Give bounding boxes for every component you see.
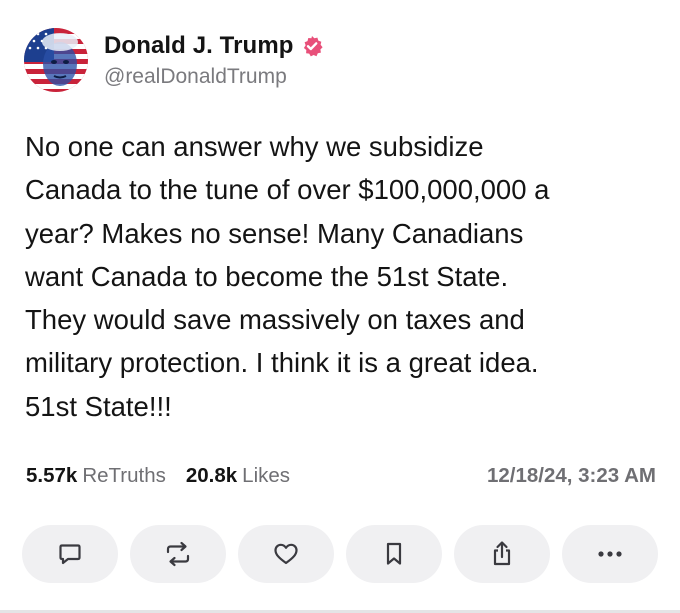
post-timestamp: 12/18/24, 3:23 AM <box>486 464 656 487</box>
heart-icon <box>274 543 298 565</box>
author-handle[interactable]: @realDonaldTrump <box>104 65 323 89</box>
truth-post: Donald J. Trump @realDonaldTrump No one … <box>0 0 680 613</box>
more-icon <box>598 551 622 557</box>
bookmark-button[interactable] <box>346 525 442 583</box>
retruth-icon <box>166 541 190 567</box>
bookmark-icon <box>386 542 402 565</box>
avatar-image <box>24 28 88 92</box>
retruths-stat[interactable]: 5.57k ReTruths <box>26 464 166 488</box>
author-display-name[interactable]: Donald J. Trump <box>104 32 294 60</box>
author-names: Donald J. Trump @realDonaldTrump <box>104 31 323 89</box>
likes-stat[interactable]: 20.8k Likes <box>186 464 290 488</box>
action-bar <box>22 525 658 583</box>
like-button[interactable] <box>238 525 334 583</box>
name-row: Donald J. Trump <box>104 31 323 61</box>
post-header: Donald J. Trump @realDonaldTrump <box>24 28 323 92</box>
likes-label: Likes <box>242 464 291 487</box>
reply-button[interactable] <box>22 525 118 583</box>
more-button[interactable] <box>562 525 658 583</box>
avatar[interactable] <box>24 28 88 92</box>
retruth-button[interactable] <box>130 525 226 583</box>
retruths-label: ReTruths <box>82 464 166 487</box>
post-stats: 5.57k ReTruths 20.8k Likes 12/18/24, 3:2… <box>26 462 656 490</box>
verified-badge-icon <box>301 35 323 57</box>
comment-icon <box>59 544 81 565</box>
post-text: No one can answer why we subsidize Canad… <box>25 131 550 422</box>
share-button[interactable] <box>454 525 550 583</box>
retruths-count: 5.57k <box>26 464 78 487</box>
likes-count: 20.8k <box>185 464 238 487</box>
share-icon <box>493 541 511 566</box>
